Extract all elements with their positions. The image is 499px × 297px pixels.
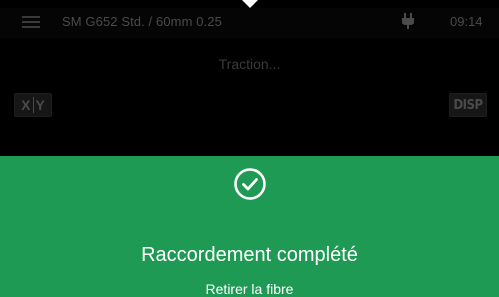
display-button[interactable]: DISP <box>449 93 487 117</box>
clock-time: 09:14 <box>450 14 483 29</box>
result-title: Raccordement complété <box>141 244 358 266</box>
xy-divider <box>32 97 34 113</box>
result-instruction: Retirer la fibre <box>205 281 294 297</box>
splice-profile-label[interactable]: SM G652 Std. / 60mm 0.25 <box>62 14 222 29</box>
process-status-text: Traction... <box>218 56 281 72</box>
xy-view-button[interactable]: X Y <box>14 93 52 117</box>
splicer-screen: SM G652 Std. / 60mm 0.25 09:14 Traction.… <box>0 0 499 297</box>
display-button-label: DISP <box>453 97 483 113</box>
chevron-down-icon[interactable] <box>242 0 258 8</box>
xy-button-y-label: Y <box>35 97 45 113</box>
result-panel: Raccordement complété Retirer la fibre <box>0 156 499 297</box>
xy-button-x-label: X <box>21 97 31 113</box>
plug-icon <box>402 13 414 29</box>
check-circle-icon <box>234 168 266 200</box>
menu-icon[interactable] <box>22 16 40 28</box>
